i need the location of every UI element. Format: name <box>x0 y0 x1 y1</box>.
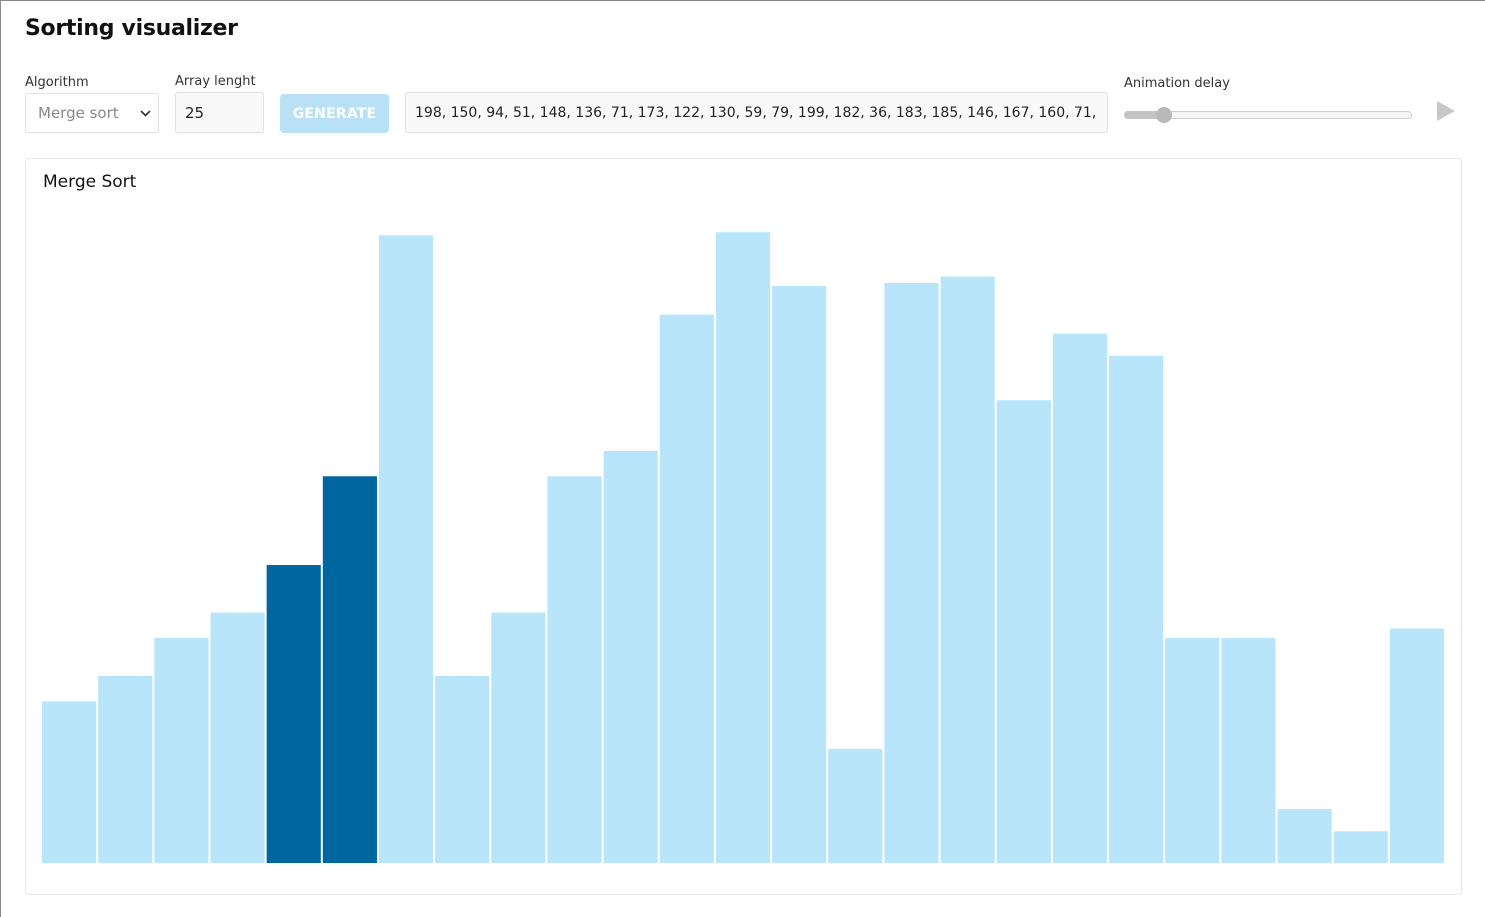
animation-delay-label: Animation delay <box>1124 76 1230 91</box>
chart-title: Merge Sort <box>43 172 137 192</box>
bar-chart-svg <box>42 232 1444 863</box>
bar <box>1221 637 1276 863</box>
bar <box>435 675 490 863</box>
bar <box>603 450 658 863</box>
bar <box>884 282 939 863</box>
bar <box>996 400 1051 863</box>
bar <box>42 701 97 863</box>
bar <box>547 476 602 863</box>
bar <box>940 276 995 863</box>
bar <box>1109 355 1164 863</box>
animation-delay-slider[interactable] <box>1124 106 1412 124</box>
bar <box>210 612 265 863</box>
bar <box>98 675 153 863</box>
generate-button[interactable]: GENERATE <box>280 94 389 133</box>
bar <box>1052 333 1108 863</box>
bar <box>715 232 771 863</box>
algorithm-select-value: Merge sort <box>38 104 119 122</box>
chart-card: Merge Sort <box>25 158 1462 895</box>
bar <box>491 612 546 863</box>
bar-highlighted <box>322 476 377 863</box>
bar <box>828 748 883 863</box>
bar <box>1277 809 1332 863</box>
algorithm-select[interactable]: Merge sort <box>25 93 159 133</box>
array-length-input[interactable] <box>175 92 264 133</box>
bar <box>1389 628 1444 863</box>
chevron-down-icon <box>140 107 151 120</box>
bar <box>1165 637 1220 863</box>
bar-chart <box>42 229 1446 863</box>
app-title: Sorting visualizer <box>25 16 238 41</box>
bar-highlighted <box>266 565 321 863</box>
bar <box>659 314 714 863</box>
bar <box>378 235 434 863</box>
slider-thumb[interactable] <box>1156 107 1173 123</box>
bar <box>1333 831 1388 863</box>
array-values-input[interactable] <box>405 92 1108 133</box>
play-button[interactable] <box>1434 99 1458 123</box>
array-length-label: Array lenght <box>175 74 256 89</box>
play-icon <box>1437 101 1455 121</box>
bar <box>772 286 827 863</box>
bar <box>154 637 209 863</box>
algorithm-label: Algorithm <box>25 75 89 90</box>
